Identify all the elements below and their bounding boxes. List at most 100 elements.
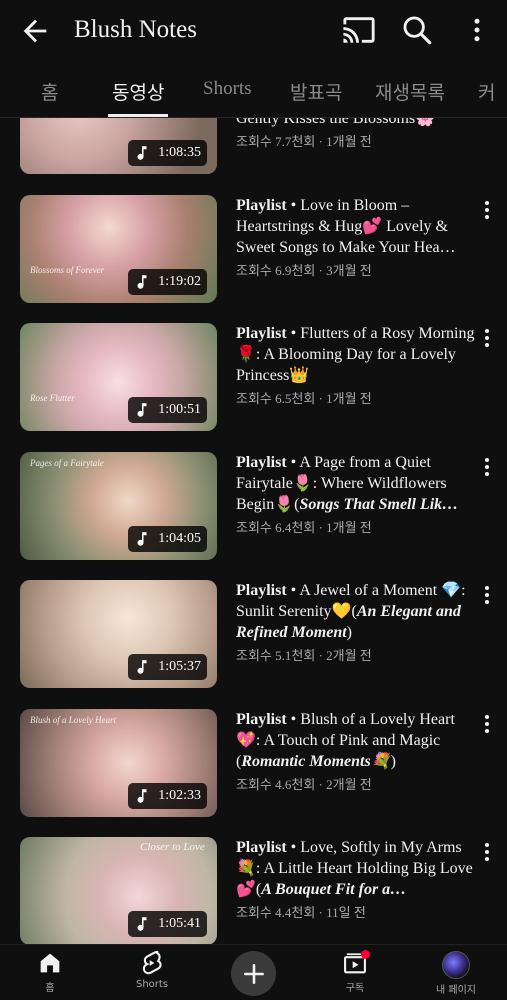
video-meta: 조회수 6.4천회 · 1개월 전	[236, 520, 372, 535]
video-title[interactable]: Gently Kisses the Blossoms🌸	[236, 118, 476, 129]
tab-releases[interactable]: 발표곡	[290, 78, 342, 105]
nav-subscriptions-label: 구독	[345, 983, 365, 994]
playlist-prefix: Playlist	[236, 454, 287, 471]
video-info[interactable]: Playlist • Blush of a Lovely Heart💖: A T…	[236, 709, 476, 793]
more-vert-icon[interactable]	[479, 841, 495, 863]
nav-shorts[interactable]: Shorts	[112, 949, 192, 990]
video-title[interactable]: Playlist • Blush of a Lovely Heart💖: A T…	[236, 709, 476, 772]
video-thumbnail[interactable]: Blush of a Lovely Heart 1:02:33	[20, 709, 217, 817]
playlist-prefix: Playlist	[236, 197, 287, 214]
duration-badge: 1:04:05	[128, 526, 207, 552]
duration-text: 1:04:05	[158, 531, 201, 546]
video-title[interactable]: Playlist • Love in Bloom – Heartstrings …	[236, 195, 476, 258]
video-item[interactable]: Closer to Love 1:05:41 Playlist • Love, …	[0, 837, 507, 944]
video-thumbnail[interactable]: Pages of a Fairytale 1:04:05	[20, 452, 217, 560]
title-separator: •	[290, 454, 297, 471]
create-button[interactable]	[231, 951, 276, 996]
video-title-emphasis: A Bouquet Fit for a…	[261, 881, 407, 898]
more-vert-icon[interactable]	[479, 327, 495, 349]
thumbnail-caption: Pages of a Fairytale	[30, 458, 104, 468]
arrow-back-icon[interactable]	[18, 14, 52, 48]
duration-badge: 1:02:33	[128, 783, 207, 809]
video-info[interactable]: Playlist • Love in Bloom – Heartstrings …	[236, 195, 476, 279]
video-title[interactable]: Playlist • Flutters of a Rosy Morning🌹: …	[236, 323, 476, 386]
search-icon[interactable]	[400, 13, 434, 47]
title-separator: •	[290, 325, 297, 342]
title-separator: •	[290, 582, 297, 599]
video-thumbnail[interactable]: 1:08:35	[20, 118, 217, 174]
more-vert-icon[interactable]	[479, 713, 495, 735]
thumbnail-caption: Blush of a Lovely Heart	[30, 715, 116, 725]
more-vert-icon[interactable]	[479, 199, 495, 221]
duration-badge: 1:00:51	[128, 397, 207, 423]
more-vert-icon[interactable]	[479, 584, 495, 606]
home-icon	[40, 953, 60, 973]
playlist-prefix: Playlist	[236, 325, 287, 342]
video-item[interactable]: Blush of a Lovely Heart 1:02:33 Playlist…	[0, 709, 507, 819]
more-vert-icon[interactable]	[479, 456, 495, 478]
nav-home[interactable]: 홈	[10, 949, 90, 994]
video-item[interactable]: 1:05:37 Playlist • A Jewel of a Moment 💎…	[0, 580, 507, 690]
nav-shorts-label: Shorts	[135, 979, 169, 990]
duration-badge: 1:05:41	[128, 911, 207, 937]
video-thumbnail[interactable]: Rose Flutter 1:00:51	[20, 323, 217, 431]
nav-my-page-label: 내 페이지	[436, 985, 476, 996]
tab-videos[interactable]: 동영상	[112, 78, 164, 105]
video-item[interactable]: Pages of a Fairytale 1:04:05 Playlist • …	[0, 452, 507, 562]
duration-badge: 1:05:37	[128, 654, 207, 680]
thumbnail-caption: Rose Flutter	[30, 393, 75, 403]
video-title-tail: )	[346, 624, 352, 641]
bottom-navigation: 홈 Shorts 구독 내 페이지	[0, 944, 507, 1000]
video-info[interactable]: Gently Kisses the Blossoms🌸 조회수 7.7천회 · …	[236, 118, 476, 150]
music-note-icon	[137, 403, 147, 417]
music-note-icon	[137, 146, 147, 160]
duration-badge: 1:08:35	[128, 140, 207, 166]
video-info[interactable]: Playlist • Flutters of a Rosy Morning🌹: …	[236, 323, 476, 407]
video-meta: 조회수 6.5천회 · 1개월 전	[236, 391, 372, 406]
title-separator: •	[290, 197, 297, 214]
title-separator: •	[290, 711, 297, 728]
video-thumbnail[interactable]: Closer to Love 1:05:41	[20, 837, 217, 944]
video-item[interactable]: 1:08:35 Gently Kisses the Blossoms🌸 조회수 …	[0, 118, 507, 176]
video-thumbnail[interactable]: 1:05:37	[20, 580, 217, 688]
video-meta: 조회수 4.6천회 · 2개월 전	[236, 777, 372, 792]
music-note-icon	[137, 917, 147, 931]
duration-badge: 1:19:02	[128, 269, 207, 295]
active-tab-indicator	[108, 114, 168, 117]
channel-title: Blush Notes	[74, 16, 197, 43]
video-title[interactable]: Playlist • Love, Softly in My Arms💐: A L…	[236, 837, 476, 900]
video-title-emphasis: Romantic Moments💐	[241, 753, 391, 770]
video-list[interactable]: 1:08:35 Gently Kisses the Blossoms🌸 조회수 …	[0, 118, 507, 944]
tab-home[interactable]: 홈	[41, 78, 58, 105]
cast-icon[interactable]	[342, 13, 376, 47]
duration-text: 1:05:41	[158, 916, 201, 931]
more-vert-icon[interactable]	[462, 13, 492, 47]
video-title[interactable]: Playlist • A Jewel of a Moment 💎: Sunlit…	[236, 580, 476, 643]
video-info[interactable]: Playlist • A Page from a Quiet Fairytale…	[236, 452, 476, 536]
nav-my-page[interactable]: 내 페이지	[416, 949, 496, 996]
video-title-tail: )	[390, 753, 396, 770]
video-title-text: Gently Kisses the Blossoms🌸	[236, 118, 436, 127]
music-note-icon	[137, 789, 147, 803]
video-title[interactable]: Playlist • A Page from a Quiet Fairytale…	[236, 452, 476, 515]
tab-playlists[interactable]: 재생목록	[375, 78, 445, 105]
video-meta: 조회수 4.4천회 · 11일 전	[236, 905, 366, 920]
tab-shorts[interactable]: Shorts	[203, 78, 252, 100]
avatar-icon	[442, 951, 470, 979]
create-plus-icon	[243, 963, 264, 984]
top-app-bar: Blush Notes	[0, 0, 507, 64]
duration-text: 1:02:33	[158, 788, 201, 803]
title-separator: •	[290, 839, 297, 856]
music-note-icon	[137, 275, 147, 289]
video-thumbnail[interactable]: Blossoms of Forever 1:19:02	[20, 195, 217, 303]
nav-subscriptions[interactable]: 구독	[315, 949, 395, 994]
playlist-prefix: Playlist	[236, 711, 287, 728]
playlist-prefix: Playlist	[236, 839, 287, 856]
video-item[interactable]: Blossoms of Forever 1:19:02 Playlist • L…	[0, 195, 507, 305]
thumbnail-caption: Blossoms of Forever	[30, 265, 105, 275]
video-info[interactable]: Playlist • A Jewel of a Moment 💎: Sunlit…	[236, 580, 476, 664]
nav-home-label: 홈	[45, 983, 55, 994]
video-info[interactable]: Playlist • Love, Softly in My Arms💐: A L…	[236, 837, 476, 921]
tab-community[interactable]: 커	[478, 78, 495, 105]
video-item[interactable]: Rose Flutter 1:00:51 Playlist • Flutters…	[0, 323, 507, 433]
